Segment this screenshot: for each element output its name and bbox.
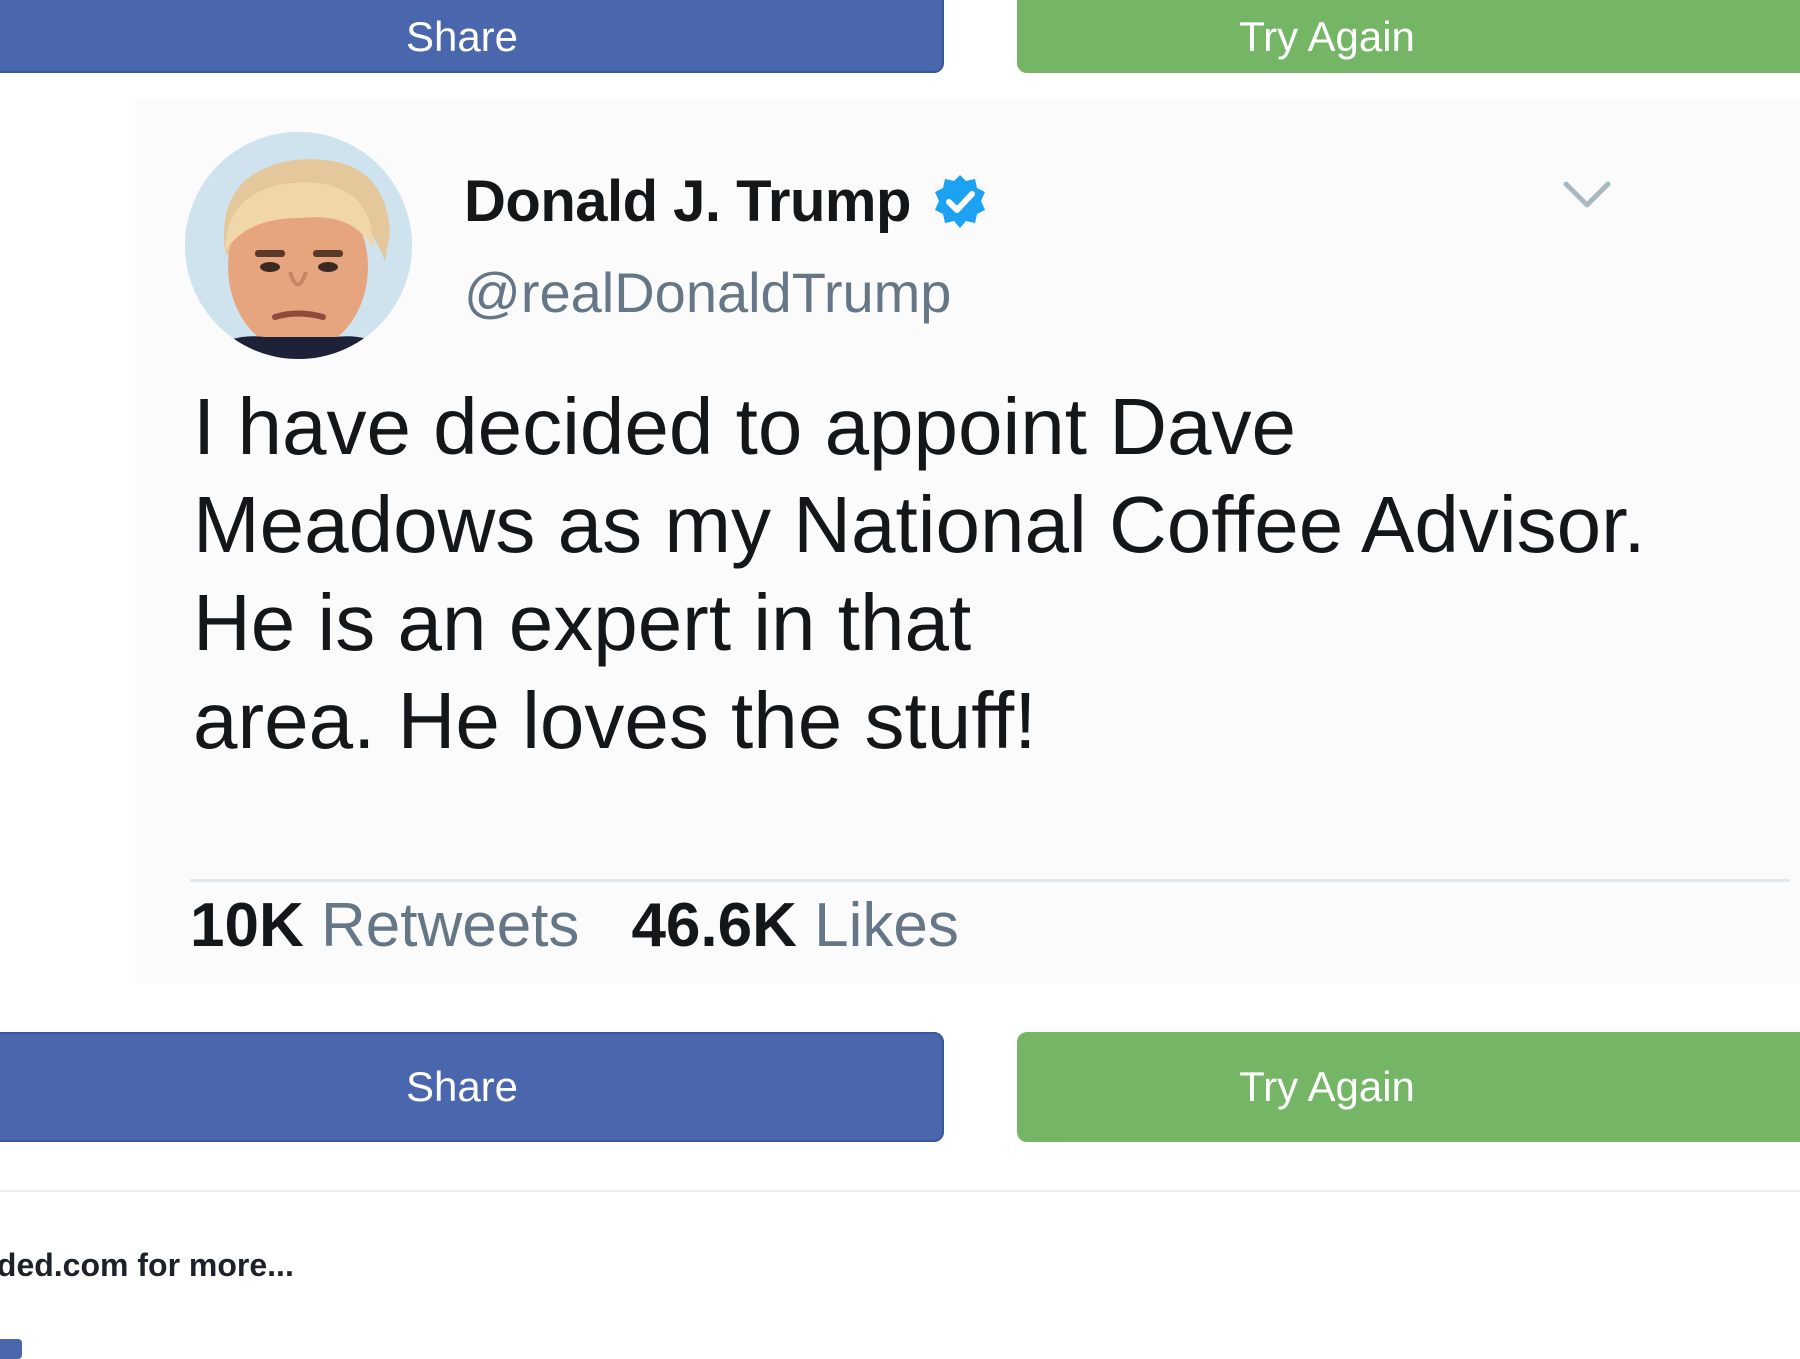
display-name-row: Donald J. Trump (464, 168, 989, 235)
tweet-text-line: Meadows as my National Coffee Advisor. (193, 480, 1646, 569)
try-again-button[interactable]: Try Again (1017, 1032, 1800, 1142)
footer-text[interactable]: ided.com for more... (0, 1247, 294, 1284)
verified-badge-icon (931, 173, 989, 231)
likes-count: 46.6K (631, 891, 797, 960)
chevron-down-icon[interactable] (1562, 178, 1612, 212)
share-button[interactable]: Share (0, 1032, 944, 1142)
retweets-stat[interactable]: 10K Retweets (190, 891, 579, 960)
corner-button[interactable] (0, 1339, 22, 1359)
try-again-button-top-label: Try Again (1239, 12, 1415, 60)
avatar[interactable] (185, 132, 412, 359)
likes-label: Likes (814, 891, 959, 960)
tweet-card: Donald J. Trump @realDonaldTrump I have … (135, 98, 1800, 983)
tweet-text-line: He is an expert in that (193, 578, 972, 667)
handle[interactable]: @realDonaldTrump (464, 260, 951, 325)
tweet-divider (190, 879, 1790, 882)
retweets-count: 10K (190, 891, 304, 960)
display-name[interactable]: Donald J. Trump (464, 168, 911, 235)
retweets-label: Retweets (320, 891, 580, 960)
page-divider (0, 1190, 1800, 1192)
try-again-button-top[interactable]: Try Again (1017, 0, 1800, 73)
tweet-text: I have decided to appoint Dave Meadows a… (193, 378, 1753, 770)
try-again-button-label: Try Again (1239, 1063, 1415, 1110)
tweet-text-line: area. He loves the stuff! (193, 676, 1037, 765)
tweet-stats: 10K Retweets 46.6K Likes (190, 890, 959, 961)
share-button-label: Share (405, 1063, 519, 1110)
likes-stat[interactable]: 46.6K Likes (631, 891, 958, 960)
share-button-top[interactable]: Share (0, 0, 944, 73)
tweet-text-line: I have decided to appoint Dave (193, 382, 1297, 471)
share-button-top-label: Share (405, 12, 519, 60)
